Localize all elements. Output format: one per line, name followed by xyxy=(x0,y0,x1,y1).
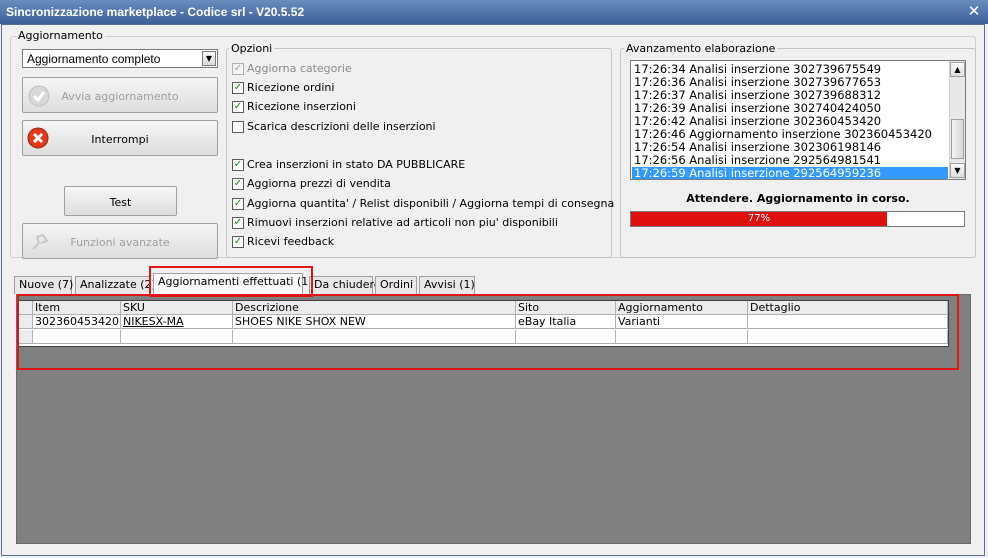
option-checkbox[interactable]: ✓ xyxy=(232,217,244,229)
tab[interactable]: Avvisi (1) xyxy=(419,276,475,294)
tab[interactable]: Analizzate (2) xyxy=(75,276,156,294)
option-label: Rimuovi inserzioni relative ad articoli … xyxy=(247,216,558,229)
title-bar: Sincronizzazione marketplace - Codice sr… xyxy=(0,0,988,24)
status-text: Attendere. Aggiornamento in corso. xyxy=(686,192,910,205)
tab[interactable]: Ordini xyxy=(375,276,417,294)
progress-bar: 77% xyxy=(630,211,965,227)
close-icon[interactable]: ✕ xyxy=(966,3,982,19)
test-button[interactable]: Test xyxy=(64,186,177,216)
interrompi-button[interactable]: Interrompi xyxy=(22,120,218,156)
log-scrollbar[interactable]: ▲ ▼ xyxy=(949,61,965,179)
log-listbox[interactable]: 17:26:34 Analisi inserzione 302739675549… xyxy=(630,60,966,180)
opzioni-label: Opzioni xyxy=(229,42,275,55)
scroll-down-icon[interactable]: ▼ xyxy=(950,163,965,178)
avvia-aggiornamento-button[interactable]: Avvia aggiornamento xyxy=(22,77,218,113)
option-checkbox[interactable]: ✓ xyxy=(232,101,244,113)
option-label: Aggiorna quantita' / Relist disponibili … xyxy=(247,197,615,210)
funzioni-avanzate-label: Funzioni avanzate xyxy=(70,236,170,249)
option-checkbox[interactable]: ✓ xyxy=(232,236,244,248)
log-line[interactable]: 17:26:59 Analisi inserzione 292564959236 xyxy=(632,167,948,179)
window-title: Sincronizzazione marketplace - Codice sr… xyxy=(6,5,305,19)
option-checkbox[interactable]: ✓ xyxy=(232,198,244,210)
mode-select-value: Aggiornamento completo xyxy=(27,52,161,66)
option-checkbox[interactable]: ✓ xyxy=(232,82,244,94)
interrompi-label: Interrompi xyxy=(91,133,149,146)
option-checkbox[interactable] xyxy=(232,121,244,133)
option-label: Ricezione inserzioni xyxy=(247,100,356,113)
progress-text: 77% xyxy=(747,213,771,224)
aggiornamento-label: Aggiornamento xyxy=(16,29,105,42)
scroll-up-icon[interactable]: ▲ xyxy=(950,62,965,77)
tab[interactable]: Da chiudere xyxy=(309,276,381,294)
funzioni-avanzate-button[interactable]: Funzioni avanzate xyxy=(22,223,218,259)
avvia-aggiornamento-label: Avvia aggiornamento xyxy=(61,90,179,103)
chevron-down-icon[interactable]: ▼ xyxy=(202,51,216,66)
mode-select[interactable]: Aggiornamento completo ▼ xyxy=(22,49,218,68)
scroll-thumb[interactable] xyxy=(951,119,964,159)
option-checkbox[interactable]: ✓ xyxy=(232,178,244,190)
tab[interactable]: Nuove (7) xyxy=(14,276,73,294)
option-label: Aggiorna categorie xyxy=(247,62,352,75)
option-checkbox[interactable]: ✓ xyxy=(232,63,244,75)
avanzamento-label: Avanzamento elaborazione xyxy=(624,42,778,55)
option-label: Ricezione ordini xyxy=(247,81,335,94)
option-checkbox[interactable]: ✓ xyxy=(232,159,244,171)
option-label: Ricevi feedback xyxy=(247,235,335,248)
option-label: Aggiorna prezzi di vendita xyxy=(247,177,391,190)
highlight-box-table xyxy=(17,294,959,370)
test-label: Test xyxy=(109,196,132,209)
option-label: Crea inserzioni in stato DA PUBBLICARE xyxy=(247,158,466,171)
option-label: Scarica descrizioni delle inserzioni xyxy=(247,120,436,133)
highlight-box-tab xyxy=(149,266,313,297)
